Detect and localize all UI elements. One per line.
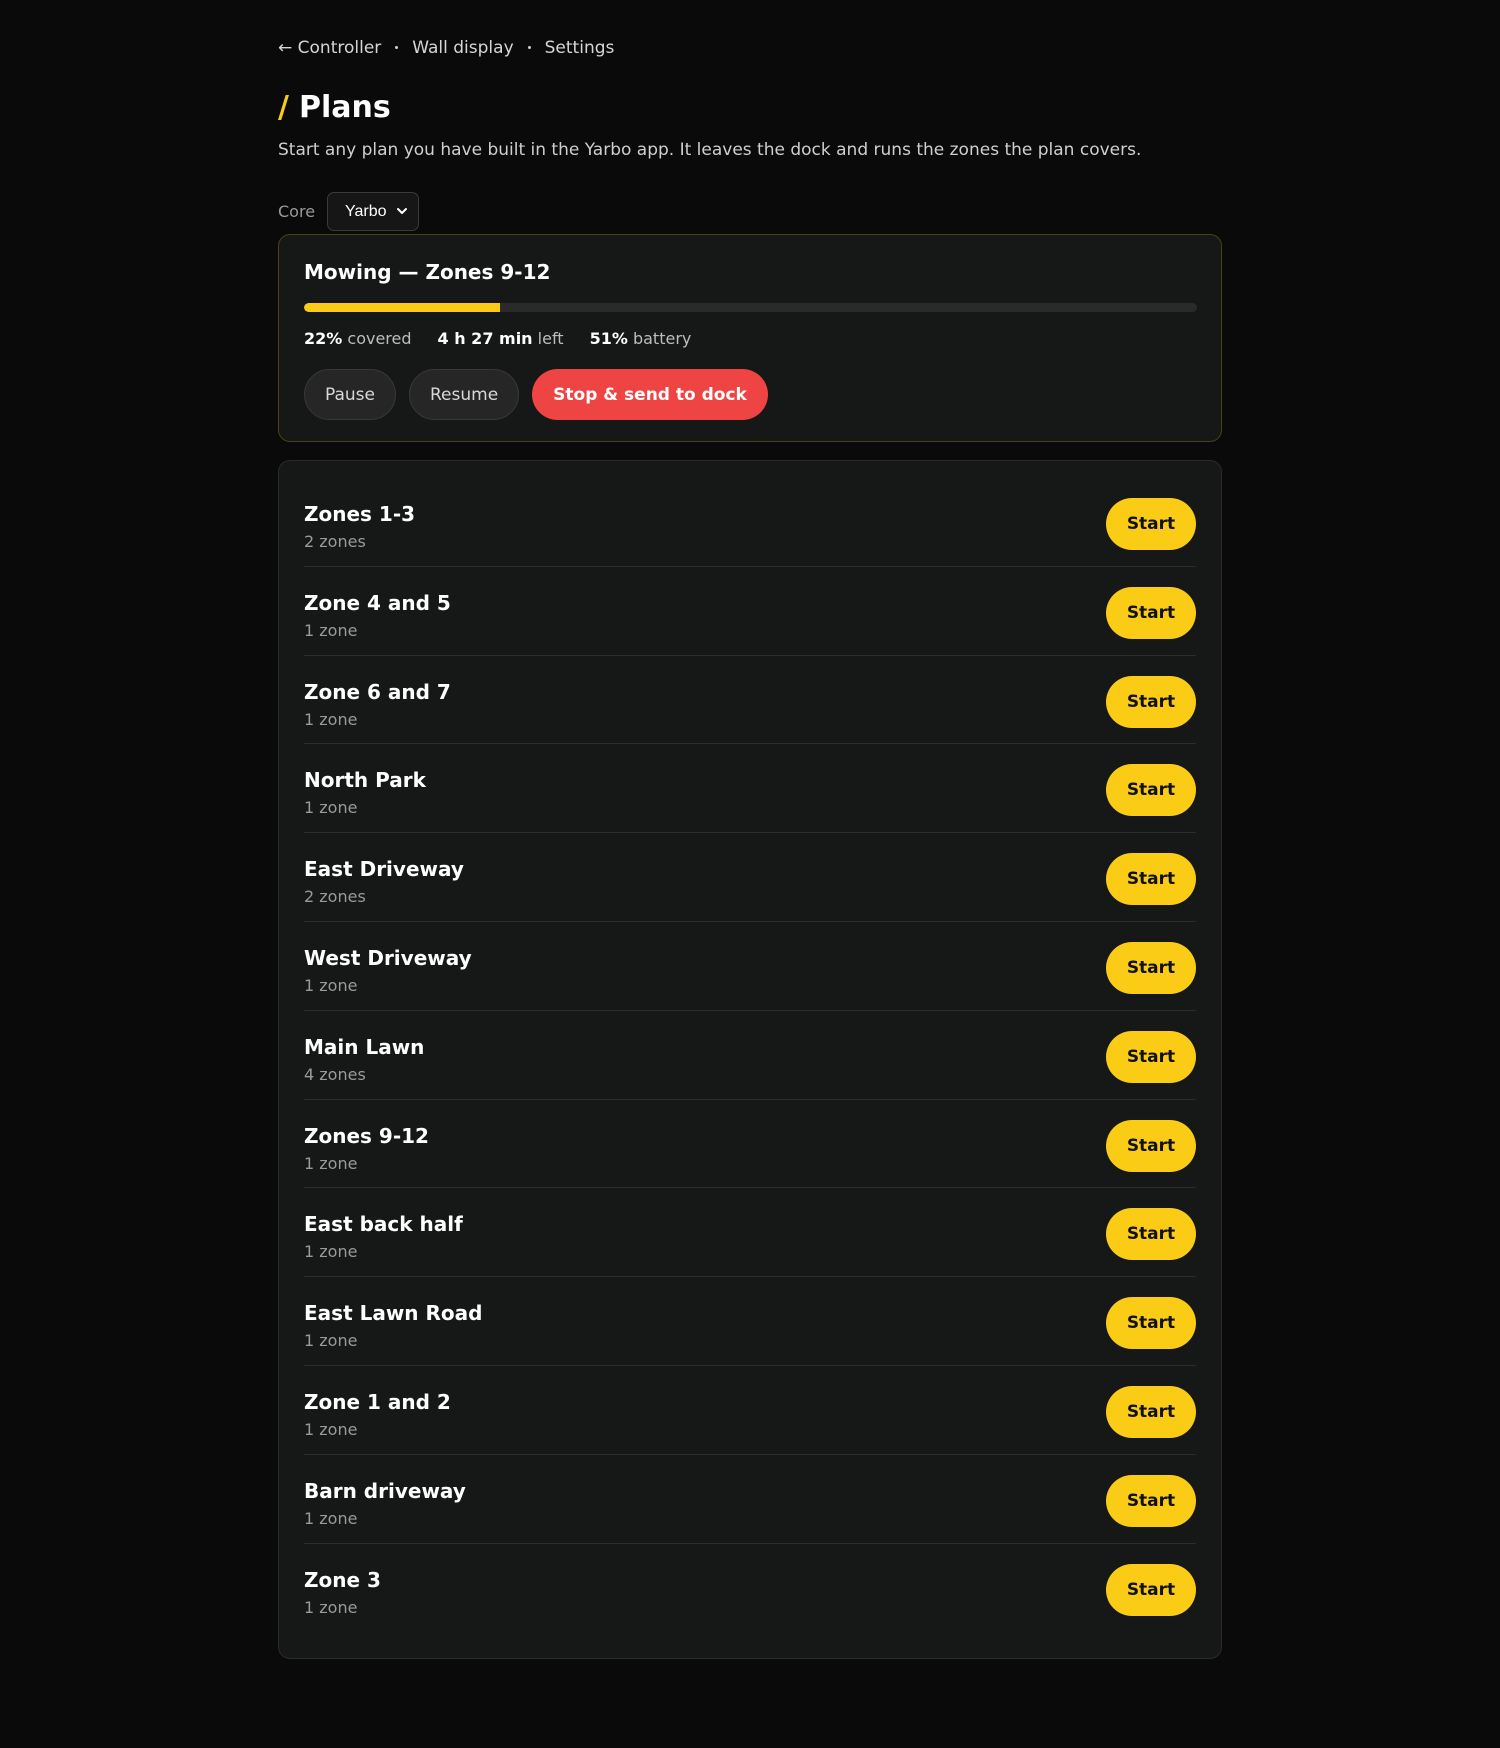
resume-button[interactable]: Resume <box>409 369 520 420</box>
plan-name: Zone 6 and 7 <box>304 679 451 704</box>
start-plan-button[interactable]: Start <box>1106 941 1196 994</box>
plan-zone-count: 1 zone <box>304 798 358 818</box>
time-left-stat: 4 h 27 min left <box>437 329 564 348</box>
coverage-progress-bar <box>304 303 1197 312</box>
plan-name: Zone 4 and 5 <box>304 590 451 615</box>
coverage-progress-fill <box>304 303 501 312</box>
plan-name: North Park <box>304 768 426 793</box>
core-label: Core <box>278 202 316 221</box>
plan-name: East Lawn Road <box>304 1301 483 1326</box>
start-plan-button[interactable]: Start <box>1106 586 1196 639</box>
plan-row: Barn driveway 1 zone Start <box>304 1455 1196 1544</box>
core-selector-row: Core Yarbo <box>278 192 420 231</box>
active-job-card: Mowing — Zones 9-12 22% covered 4 h 27 m… <box>278 234 1222 442</box>
back-to-controller-link[interactable]: ← Controller <box>278 38 381 58</box>
core-select[interactable]: Yarbo <box>327 192 420 231</box>
plan-zone-count: 4 zones <box>304 1064 366 1084</box>
page-title-text: Plans <box>298 90 391 125</box>
plan-row: East Lawn Road 1 zone Start <box>304 1277 1196 1366</box>
active-job-title: Mowing — Zones 9-12 <box>304 260 551 284</box>
plans-list: Zones 1-3 2 zones Start Zone 4 and 5 1 zone S… <box>278 460 1222 1659</box>
coverage-stat: 22% covered <box>304 329 412 348</box>
plan-zone-count: 1 zone <box>304 709 358 729</box>
wall-display-link[interactable]: Wall display <box>412 38 513 58</box>
job-stats: 22% covered 4 h 27 min left 51% battery <box>304 329 717 348</box>
plan-zone-count: 1 zone <box>304 1153 358 1173</box>
plan-zone-count: 1 zone <box>304 1419 358 1439</box>
plan-zone-count: 1 zone <box>304 975 358 995</box>
separator-dot <box>395 45 399 49</box>
plan-row: Zone 6 and 7 1 zone Start <box>304 656 1196 745</box>
plan-zone-count: 1 zone <box>304 1597 358 1617</box>
start-plan-button[interactable]: Start <box>1106 1474 1196 1527</box>
breadcrumb: ← Controller Wall display Settings <box>278 38 614 58</box>
start-plan-button[interactable]: Start <box>1106 498 1196 550</box>
chevron-down-icon <box>397 208 408 214</box>
plan-row: East back half 1 zone Start <box>304 1188 1196 1278</box>
start-plan-button[interactable]: Start <box>1106 764 1196 817</box>
plan-row: North Park 1 zone Start <box>304 744 1196 834</box>
plan-name: Zones 1-3 <box>304 502 416 526</box>
stop-and-dock-button[interactable]: Stop & send to dock <box>532 369 768 420</box>
separator-dot <box>527 45 531 49</box>
plan-name: Main Lawn <box>304 1034 425 1059</box>
plan-row: Main Lawn 4 zones Start <box>304 1011 1196 1100</box>
plan-zone-count: 1 zone <box>304 1242 358 1262</box>
plan-name: Zone 1 and 2 <box>304 1389 451 1414</box>
start-plan-button[interactable]: Start <box>1106 1208 1196 1261</box>
start-plan-button[interactable]: Start <box>1106 1030 1196 1083</box>
plan-name: East back half <box>304 1212 463 1237</box>
start-plan-button[interactable]: Start <box>1106 1297 1196 1350</box>
plan-row: Zones 1-3 2 zones Start <box>304 478 1196 567</box>
plan-name: Barn driveway <box>304 1478 466 1503</box>
job-controls: Pause Resume Stop & send to dock <box>304 369 768 420</box>
start-plan-button[interactable]: Start <box>1106 853 1196 906</box>
plan-name: Zone 3 <box>304 1567 381 1592</box>
title-slash: / <box>278 90 289 125</box>
start-plan-button[interactable]: Start <box>1106 1563 1196 1616</box>
plan-name: West Driveway <box>304 945 472 970</box>
core-selected-value: Yarbo <box>345 202 387 220</box>
plan-row: Zones 9-12 1 zone Start <box>304 1100 1196 1189</box>
plan-row: Zone 1 and 2 1 zone Start <box>304 1366 1196 1455</box>
plan-name: Zones 9-12 <box>304 1123 429 1148</box>
start-plan-button[interactable]: Start <box>1106 1119 1196 1172</box>
start-plan-button[interactable]: Start <box>1106 1385 1196 1438</box>
pause-button[interactable]: Pause <box>304 369 396 420</box>
plan-zone-count: 2 zones <box>304 887 366 907</box>
plan-zone-count: 1 zone <box>304 620 358 640</box>
plan-zone-count: 2 zones <box>304 532 366 551</box>
plan-row: East Driveway 2 zones Start <box>304 833 1196 922</box>
settings-link[interactable]: Settings <box>545 38 615 58</box>
plan-row: Zone 3 1 zone Start <box>304 1544 1196 1633</box>
plan-row: West Driveway 1 zone Start <box>304 922 1196 1011</box>
plan-zone-count: 1 zone <box>304 1331 358 1351</box>
start-plan-button[interactable]: Start <box>1106 675 1196 728</box>
page-subtitle: Start any plan you have built in the Yar… <box>278 140 1142 160</box>
plan-name: East Driveway <box>304 857 464 882</box>
page-title: / Plans <box>278 90 391 125</box>
plan-zone-count: 1 zone <box>304 1508 358 1528</box>
battery-stat: 51% battery <box>589 329 692 348</box>
plan-row: Zone 4 and 5 1 zone Start <box>304 567 1196 656</box>
